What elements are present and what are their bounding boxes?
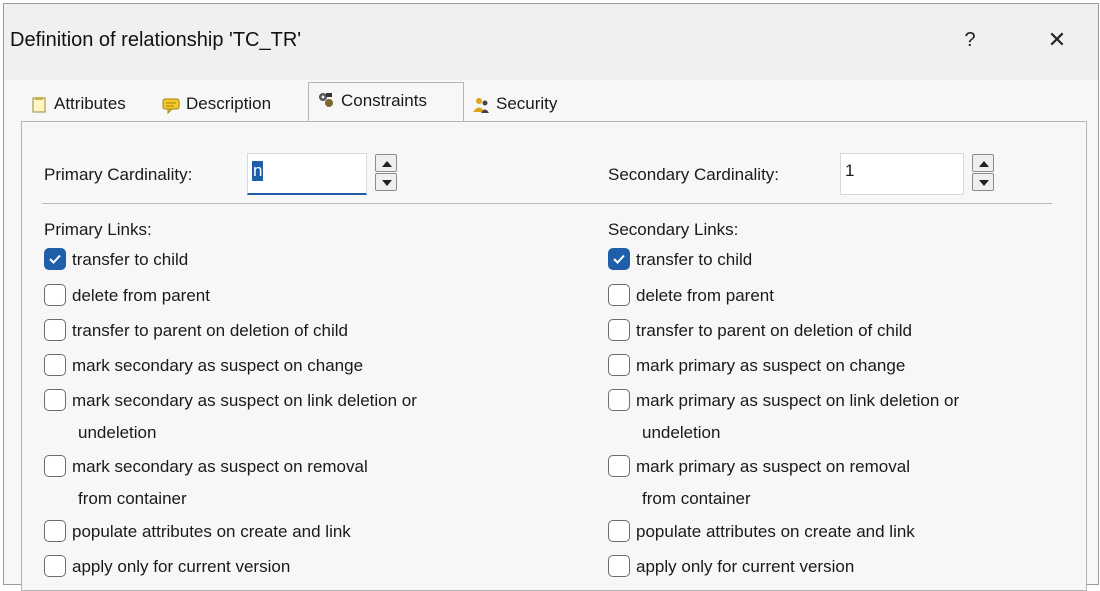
checkbox[interactable] [44, 389, 66, 411]
checkbox-label: transfer to child [636, 249, 752, 270]
checkbox[interactable] [44, 319, 66, 341]
checkbox-label: transfer to child [72, 249, 188, 270]
checkbox-label-line1: populate attributes on create and link [636, 522, 915, 541]
dialog-window: Definition of relationship 'TC_TR' ? ✕ A… [3, 3, 1099, 591]
secondary-links-heading: Secondary Links: [608, 220, 739, 239]
checkbox-label: apply only for current version [636, 556, 854, 577]
primary-cardinality-spinner[interactable] [375, 154, 397, 192]
checkbox-label: mark primary as suspect on link deletion… [636, 390, 959, 443]
secondary-cardinality-spinner[interactable] [972, 154, 994, 192]
secondary-cardinality-value: 1 [845, 161, 855, 180]
close-button[interactable]: ✕ [1034, 18, 1080, 62]
tab-label: Attributes [54, 94, 126, 113]
title-bar: Definition of relationship 'TC_TR' ? ✕ [4, 4, 1098, 80]
checkbox[interactable] [44, 455, 66, 477]
checkbox-label: mark primary as suspect on removal from c… [636, 456, 910, 509]
checkbox-label-line1: populate attributes on create and link [72, 522, 351, 541]
checkbox-label: delete from parent [72, 285, 210, 306]
checkmark-icon [613, 254, 625, 264]
help-button[interactable]: ? [952, 18, 988, 62]
checkmark-icon [49, 254, 61, 264]
dialog-title: Definition of relationship 'TC_TR' [10, 29, 302, 51]
checkbox-label-line1: mark secondary as suspect on change [72, 356, 364, 375]
caret-up-icon [979, 161, 989, 167]
checkbox-label: transfer to parent on deletion of child [72, 320, 348, 341]
checkbox-label-line1: transfer to child [72, 250, 189, 269]
checkbox-label: delete from parent [636, 285, 774, 306]
tab-constraints[interactable]: Constraints [308, 82, 464, 122]
checkbox[interactable] [44, 555, 66, 577]
tab-label: Constraints [341, 91, 427, 110]
checkbox-label: mark secondary as suspect on removal from… [72, 456, 368, 509]
tab-label: Description [186, 94, 272, 113]
checkbox-label-line2: undeletion [642, 423, 721, 442]
tab-label: Security [496, 94, 558, 113]
checkbox-label-line2: from container [642, 489, 751, 508]
checkbox-label-line2: from container [78, 489, 187, 508]
spin-up-button[interactable] [375, 154, 397, 172]
checkbox[interactable] [44, 354, 66, 376]
tab-attributes[interactable]: Attributes [22, 87, 154, 121]
checkbox[interactable] [608, 520, 630, 542]
checkbox-label-line1: mark secondary as suspect on link deleti… [72, 391, 417, 410]
checkbox-label-line1: mark primary as suspect on removal [636, 457, 910, 476]
checkbox-label-line1: mark secondary as suspect on removal [72, 457, 368, 476]
checkbox[interactable] [608, 319, 630, 341]
checkbox-label-line1: mark primary as suspect on change [636, 356, 906, 375]
primary-cardinality-value: n [252, 161, 264, 181]
caret-down-icon [382, 180, 392, 186]
tab-security[interactable]: Security [464, 87, 592, 121]
checkbox-label-line1: transfer to parent on deletion of child [72, 321, 348, 340]
note-icon [162, 98, 180, 114]
checkbox-label: apply only for current version [72, 556, 290, 577]
checkbox-label: mark secondary as suspect on change [72, 355, 363, 376]
checkbox-label: transfer to parent on deletion of child [636, 320, 912, 341]
checkbox-label-line1: delete from parent [636, 286, 774, 305]
checkbox-label-line1: apply only for current version [636, 557, 855, 576]
checkbox-label: mark primary as suspect on change [636, 355, 905, 376]
users-icon [473, 98, 489, 113]
checkbox[interactable] [608, 389, 630, 411]
constraints-icon [319, 93, 333, 107]
primary-cardinality-label: Primary Cardinality: [44, 165, 193, 184]
secondary-cardinality-label: Secondary Cardinality: [608, 165, 780, 184]
spin-up-button[interactable] [972, 154, 994, 172]
document-icon [32, 97, 46, 113]
checkbox[interactable] [44, 248, 66, 270]
checkbox-label: populate attributes on create and link [636, 521, 915, 542]
primary-cardinality-input[interactable]: n [247, 153, 367, 195]
caret-down-icon [979, 180, 989, 186]
tab-description[interactable]: Description [154, 87, 308, 121]
spin-down-button[interactable] [375, 173, 397, 191]
checkbox-label-line1: apply only for current version [72, 557, 291, 576]
secondary-cardinality-input[interactable]: 1 [840, 153, 964, 195]
checkbox[interactable] [608, 354, 630, 376]
close-icon: ✕ [1047, 27, 1067, 52]
checkbox[interactable] [608, 248, 630, 270]
checkbox-label-line1: transfer to parent on deletion of child [636, 321, 912, 340]
checkbox[interactable] [44, 284, 66, 306]
constraints-panel: Primary Cardinality: n Secondary Cardina… [21, 121, 1087, 591]
checkbox[interactable] [608, 284, 630, 306]
checkbox[interactable] [608, 455, 630, 477]
checkbox[interactable] [608, 555, 630, 577]
checkbox-label-line1: transfer to child [636, 250, 753, 269]
caret-up-icon [382, 161, 392, 167]
primary-links-heading: Primary Links: [44, 220, 152, 239]
checkbox-label-line1: delete from parent [72, 286, 210, 305]
checkbox[interactable] [44, 520, 66, 542]
spin-down-button[interactable] [972, 173, 994, 191]
separator [42, 203, 1052, 204]
checkbox-label-line2: undeletion [78, 423, 157, 442]
checkbox-label: mark secondary as suspect on link deleti… [72, 390, 417, 443]
checkbox-label: populate attributes on create and link [72, 521, 351, 542]
checkbox-label-line1: mark primary as suspect on link deletion… [636, 391, 960, 410]
